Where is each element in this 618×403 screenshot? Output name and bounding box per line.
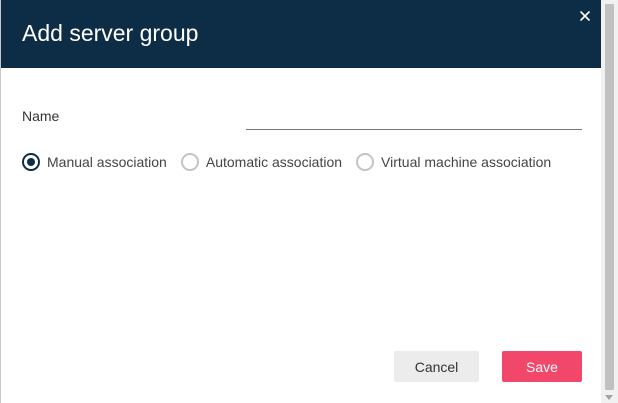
radio-automatic-association[interactable]: Automatic association <box>180 153 343 171</box>
dialog-header: Add server group <box>1 0 602 68</box>
close-icon <box>580 11 590 21</box>
radio-label: Manual association <box>47 154 167 170</box>
radio-label: Automatic association <box>205 154 343 170</box>
association-radio-group: Manual association Automatic association… <box>22 152 565 172</box>
scrollbar-thumb[interactable] <box>605 4 614 390</box>
save-button[interactable]: Save <box>502 351 582 382</box>
dialog-title: Add server group <box>22 20 199 46</box>
radio-label: Virtual machine association <box>381 154 552 170</box>
name-input[interactable] <box>246 106 582 130</box>
radio-manual-association[interactable]: Manual association <box>22 153 167 171</box>
radio-checked-icon <box>22 153 40 171</box>
radio-virtual-machine-association[interactable]: Virtual machine association <box>356 153 551 171</box>
cancel-button[interactable]: Cancel <box>394 351 479 382</box>
scroll-down-arrow-icon[interactable] <box>605 395 613 400</box>
radio-unchecked-icon <box>180 153 199 171</box>
radio-unchecked-icon <box>356 153 375 171</box>
name-label: Name <box>22 108 60 124</box>
vertical-scrollbar[interactable] <box>601 0 618 403</box>
add-server-group-dialog: Add server group Name Manual association… <box>0 0 602 403</box>
close-button[interactable] <box>577 8 593 24</box>
